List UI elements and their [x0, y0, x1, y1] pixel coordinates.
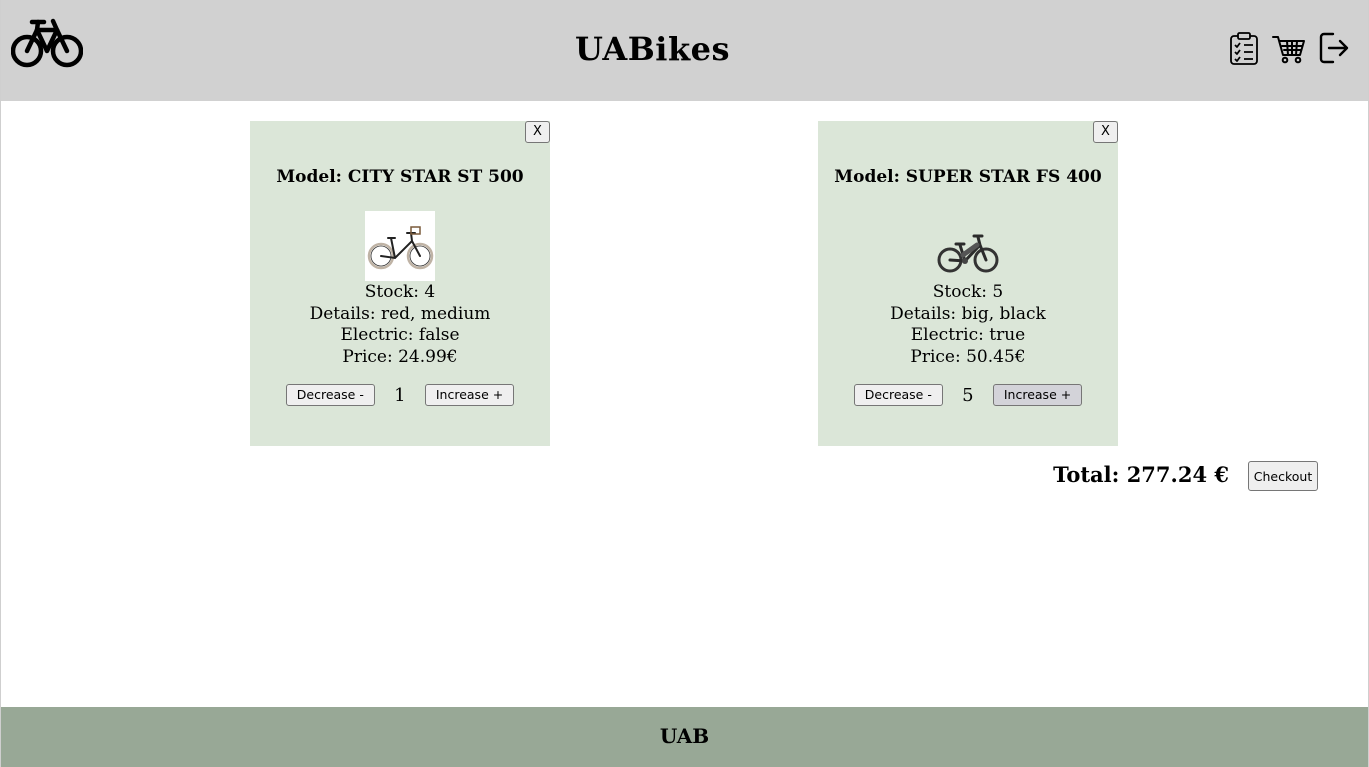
electric-bike-image	[933, 211, 1003, 281]
shopping-cart-icon[interactable]	[1272, 31, 1306, 65]
item-price: Price: 24.99€	[342, 346, 458, 367]
item-model: Model: CITY STAR ST 500	[276, 167, 524, 187]
quantity-stepper: Decrease - 1 Increase +	[250, 384, 550, 406]
item-stock: Stock: 4	[364, 282, 436, 302]
footer-text: UAB	[659, 724, 710, 748]
decrease-button[interactable]: Decrease -	[285, 384, 375, 406]
item-info: Stock: 5 Details: big, black Electric: t…	[818, 282, 1118, 368]
orders-icon[interactable]	[1228, 31, 1260, 65]
logout-icon[interactable]	[1319, 31, 1349, 65]
decrease-button[interactable]: Decrease -	[853, 384, 943, 406]
remove-item-button[interactable]: X	[1093, 121, 1118, 143]
item-electric: Electric: true	[910, 325, 1026, 345]
item-info: Stock: 4 Details: red, medium Electric: …	[250, 282, 550, 368]
item-electric: Electric: false	[340, 325, 460, 345]
item-details: Details: big, black	[890, 303, 1046, 324]
item-details: Details: red, medium	[309, 303, 491, 324]
remove-item-button[interactable]: X	[525, 121, 550, 143]
cart-item-card: X Model: SUPER STAR FS 400 Stock: 5 Deta…	[818, 121, 1118, 446]
item-price: Price: 50.45€	[910, 346, 1026, 367]
increase-button[interactable]: Increase +	[992, 384, 1083, 406]
site-title: UABikes	[575, 30, 730, 68]
cart-item-card: X Model: CITY STAR ST 500 Stock: 4 Detai…	[250, 121, 550, 446]
cart-total: Total: 277.24 €	[1053, 462, 1229, 487]
increase-button[interactable]: Increase +	[424, 384, 515, 406]
quantity-stepper: Decrease - 5 Increase +	[818, 384, 1118, 406]
checkout-button[interactable]: Checkout	[1248, 461, 1318, 491]
site-header: UABikes	[1, 0, 1368, 101]
quantity-value: 1	[394, 384, 406, 406]
city-bike-image	[365, 211, 435, 281]
item-model: Model: SUPER STAR FS 400	[834, 167, 1102, 187]
quantity-value: 5	[962, 384, 974, 406]
item-stock: Stock: 5	[932, 282, 1004, 302]
